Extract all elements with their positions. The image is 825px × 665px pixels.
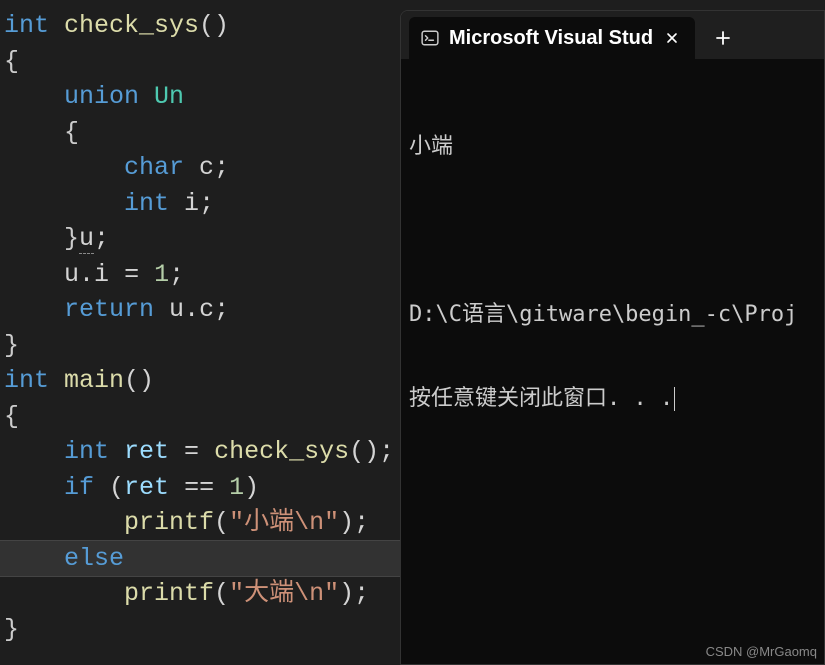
terminal-output[interactable]: 小端 D:\C语言\gitware\begin_-c\Proj 按任意键关闭此窗… (401, 59, 824, 477)
code-token: . (79, 260, 94, 289)
code-token: ; (94, 224, 109, 253)
code-line[interactable]: }u; (0, 221, 400, 257)
code-line[interactable]: union Un (0, 79, 400, 115)
code-token: "大端\n" (229, 579, 339, 608)
code-token: main (64, 366, 124, 395)
output-blank (409, 217, 816, 245)
code-token: int (4, 366, 64, 395)
code-token: . (184, 295, 199, 324)
watermark: CSDN @MrGaomq (706, 644, 817, 659)
code-token: ) (244, 473, 259, 502)
code-token: i (94, 260, 109, 289)
code-token: ; (214, 153, 229, 182)
terminal-window: Microsoft Visual Stud 小端 D:\C语言\gitware\… (400, 10, 825, 665)
code-token: "小端\n" (229, 508, 339, 537)
code-token: int (64, 437, 124, 466)
code-line[interactable]: return u.c; (0, 292, 400, 328)
code-token: ( (214, 508, 229, 537)
code-line[interactable]: int ret = check_sys(); (0, 434, 400, 470)
code-token: { (4, 47, 19, 76)
code-token: (); (349, 437, 394, 466)
code-token: () (124, 366, 154, 395)
code-line[interactable]: printf("小端\n"); (0, 505, 400, 541)
code-token: ; (199, 189, 214, 218)
code-line[interactable]: } (0, 612, 400, 648)
code-token: ( (214, 579, 229, 608)
code-editor[interactable]: int check_sys(){ union Un { char c; int … (0, 0, 400, 665)
code-token: ; (214, 295, 229, 324)
code-token: else (64, 544, 124, 573)
code-token: ret (124, 437, 169, 466)
code-token: Un (154, 82, 184, 111)
terminal-cursor (674, 387, 675, 411)
code-token: char (124, 153, 199, 182)
code-line[interactable]: if (ret == 1) (0, 470, 400, 506)
code-token: u (169, 295, 184, 324)
code-token: ( (109, 473, 124, 502)
tab-title: Microsoft Visual Stud (449, 27, 653, 50)
code-token: == (169, 473, 229, 502)
code-token: c (199, 295, 214, 324)
code-token: int (4, 11, 64, 40)
output-line: 按任意键关闭此窗口. . . (409, 385, 816, 413)
terminal-tab-bar: Microsoft Visual Stud (401, 11, 824, 59)
code-token: i (184, 189, 199, 218)
close-icon[interactable] (663, 29, 681, 47)
code-token: u (64, 260, 79, 289)
code-line[interactable]: { (0, 399, 400, 435)
output-line: D:\C语言\gitware\begin_-c\Proj (409, 301, 816, 329)
code-token: } (64, 224, 79, 253)
code-token: printf (124, 579, 214, 608)
code-token: return (64, 295, 169, 324)
code-token: c (199, 153, 214, 182)
code-token: check_sys (214, 437, 349, 466)
code-token: { (4, 402, 19, 431)
terminal-icon (421, 29, 439, 47)
code-token: 1 (229, 473, 244, 502)
code-token: u (79, 224, 94, 254)
code-line[interactable]: else (0, 541, 400, 577)
code-token: ); (339, 508, 369, 537)
code-token: union (64, 82, 154, 111)
code-line[interactable]: } (0, 328, 400, 364)
code-token: check_sys (64, 11, 199, 40)
code-line[interactable]: u.i = 1; (0, 257, 400, 293)
code-token: ; (169, 260, 184, 289)
add-tab-button[interactable] (705, 20, 741, 56)
code-line[interactable]: printf("大端\n"); (0, 576, 400, 612)
terminal-tab-active[interactable]: Microsoft Visual Stud (409, 17, 695, 59)
code-token: if (64, 473, 109, 502)
code-line[interactable]: char c; (0, 150, 400, 186)
code-token: printf (124, 508, 214, 537)
code-token: ret (124, 473, 169, 502)
code-line[interactable]: int check_sys() (0, 8, 400, 44)
code-token: = (109, 260, 154, 289)
code-line[interactable]: int main() (0, 363, 400, 399)
code-token: } (4, 331, 19, 360)
code-token: ); (339, 579, 369, 608)
code-token: = (169, 437, 214, 466)
code-token: } (4, 615, 19, 644)
code-token: 1 (154, 260, 169, 289)
code-token: () (199, 11, 229, 40)
code-token: int (124, 189, 184, 218)
output-line: 小端 (409, 133, 816, 161)
code-line[interactable]: { (0, 115, 400, 151)
code-token: { (64, 118, 79, 147)
code-line[interactable]: int i; (0, 186, 400, 222)
code-line[interactable]: { (0, 44, 400, 80)
